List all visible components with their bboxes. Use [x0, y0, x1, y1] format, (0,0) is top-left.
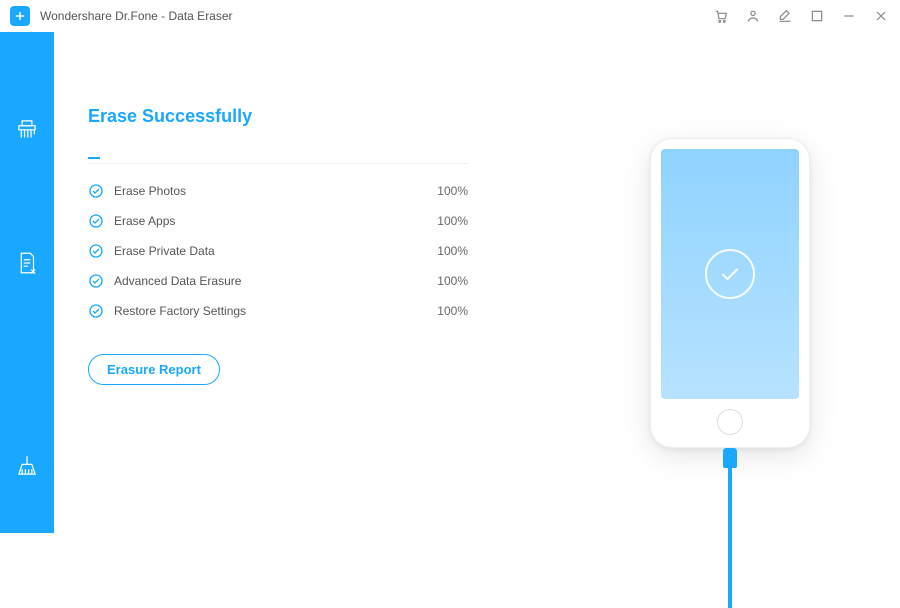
task-label: Erase Photos	[114, 184, 437, 198]
minimize-icon[interactable]	[840, 7, 858, 25]
task-row: Restore Factory Settings 100%	[88, 296, 468, 326]
task-percent: 100%	[437, 304, 468, 318]
task-label: Restore Factory Settings	[114, 304, 437, 318]
check-icon	[88, 213, 104, 229]
task-row: Erase Photos 100%	[88, 176, 468, 206]
close-icon[interactable]	[872, 7, 890, 25]
document-icon	[14, 250, 40, 276]
divider-accent	[88, 157, 100, 159]
task-label: Erase Apps	[114, 214, 437, 228]
titlebar: Wondershare Dr.Fone - Data Eraser	[0, 0, 900, 32]
task-percent: 100%	[437, 274, 468, 288]
cable-illustration	[723, 448, 737, 608]
sidebar-item-erase[interactable]	[0, 102, 54, 156]
sidebar-item-cleanup[interactable]	[0, 439, 54, 493]
broom-icon	[14, 453, 40, 479]
titlebar-actions	[712, 7, 890, 25]
user-icon[interactable]	[744, 7, 762, 25]
task-percent: 100%	[437, 184, 468, 198]
check-icon	[88, 243, 104, 259]
task-list: Erase Photos 100% Erase Apps 100% Erase …	[88, 176, 468, 326]
check-icon	[88, 303, 104, 319]
page-title: Erase Successfully	[88, 106, 540, 127]
divider	[88, 163, 468, 164]
task-label: Advanced Data Erasure	[114, 274, 437, 288]
task-row: Advanced Data Erasure 100%	[88, 266, 468, 296]
phone-illustration	[650, 138, 810, 448]
erasure-report-button[interactable]: Erasure Report	[88, 354, 220, 385]
task-percent: 100%	[437, 244, 468, 258]
task-row: Erase Apps 100%	[88, 206, 468, 236]
edit-icon[interactable]	[776, 7, 794, 25]
check-icon	[88, 183, 104, 199]
sidebar-item-document[interactable]	[0, 236, 54, 290]
sidebar	[0, 32, 54, 533]
app-body: Erase Successfully Erase Photos 100% Era…	[0, 32, 900, 533]
restore-icon[interactable]	[808, 7, 826, 25]
check-icon	[88, 273, 104, 289]
task-percent: 100%	[437, 214, 468, 228]
success-check-icon	[705, 249, 755, 299]
phone-illustration-pane	[560, 32, 900, 533]
app-logo	[10, 6, 30, 26]
shredder-icon	[14, 116, 40, 142]
content-area: Erase Successfully Erase Photos 100% Era…	[54, 32, 900, 533]
phone-screen	[661, 149, 799, 399]
result-pane: Erase Successfully Erase Photos 100% Era…	[54, 32, 560, 533]
window-title: Wondershare Dr.Fone - Data Eraser	[40, 9, 233, 23]
task-row: Erase Private Data 100%	[88, 236, 468, 266]
cart-icon[interactable]	[712, 7, 730, 25]
home-button-icon	[717, 409, 743, 435]
plus-icon	[14, 10, 26, 22]
task-label: Erase Private Data	[114, 244, 437, 258]
